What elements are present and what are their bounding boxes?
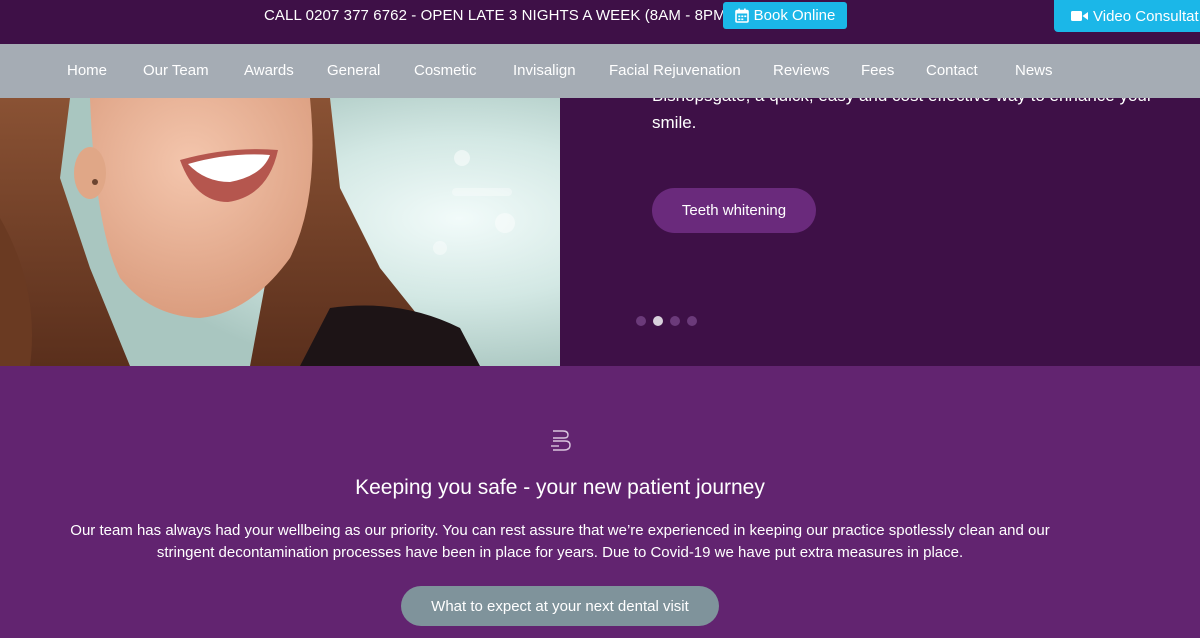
book-online-button[interactable]: Book Online (723, 2, 847, 29)
nav-item-fees[interactable]: Fees (861, 62, 894, 80)
nav-item-home[interactable]: Home (67, 62, 107, 80)
video-consultation-label: Video Consultat (1093, 7, 1199, 25)
nav-item-facial-rejuvenation[interactable]: Facial Rejuvenation (609, 62, 741, 80)
nav-item-news[interactable]: News (1015, 62, 1053, 80)
nav-item-awards[interactable]: Awards (244, 62, 294, 80)
section-paragraph: Our team has always had your wellbeing a… (40, 520, 1080, 564)
what-to-expect-button[interactable]: What to expect at your next dental visit (401, 586, 719, 626)
nav-item-invisalign[interactable]: Invisalign (513, 62, 576, 80)
book-online-label: Book Online (753, 7, 836, 24)
hero-text-clipped-line: Bishopsgate, a quick, easy and cost effe… (652, 98, 1153, 106)
nav-item-our-team[interactable]: Our Team (143, 62, 209, 80)
nav-item-cosmetic[interactable]: Cosmetic (414, 62, 477, 80)
slider-dot-3[interactable] (670, 316, 680, 326)
main-navigation: Home Our Team Awards General Cosmetic In… (0, 44, 1200, 98)
nav-item-reviews[interactable]: Reviews (773, 62, 830, 80)
paragraph-line-1: Our team has always had your wellbeing a… (70, 522, 1050, 539)
patient-journey-section: Keeping you safe - your new patient jour… (0, 366, 1200, 638)
slider-dots (636, 316, 697, 326)
teeth-whitening-button[interactable]: Teeth whitening (652, 188, 816, 233)
slider-dot-4[interactable] (687, 316, 697, 326)
paragraph-line-2: stringent decontamination processes have… (156, 544, 964, 561)
top-bar: CALL 0207 377 6762 - OPEN LATE 3 NIGHTS … (0, 0, 1200, 44)
hero-slide-panel: Bishopsgate, a quick, easy and cost effe… (560, 98, 1200, 366)
video-camera-icon (1071, 11, 1088, 21)
hero-smiling-woman-image (0, 98, 560, 366)
nav-item-general[interactable]: General (327, 62, 380, 80)
slider-dot-1[interactable] (636, 316, 646, 326)
calendar-icon (734, 8, 749, 23)
nav-item-contact[interactable]: Contact (926, 62, 978, 80)
section-title: Keeping you safe - your new patient jour… (355, 476, 765, 499)
slider-dot-2[interactable] (653, 316, 663, 326)
phone-hours-text: CALL 0207 377 6762 - OPEN LATE 3 NIGHTS … (264, 7, 731, 24)
hero-text: smile. (652, 113, 697, 132)
brand-logo-icon (551, 430, 571, 451)
video-consultation-button[interactable]: Video Consultat (1054, 0, 1200, 32)
